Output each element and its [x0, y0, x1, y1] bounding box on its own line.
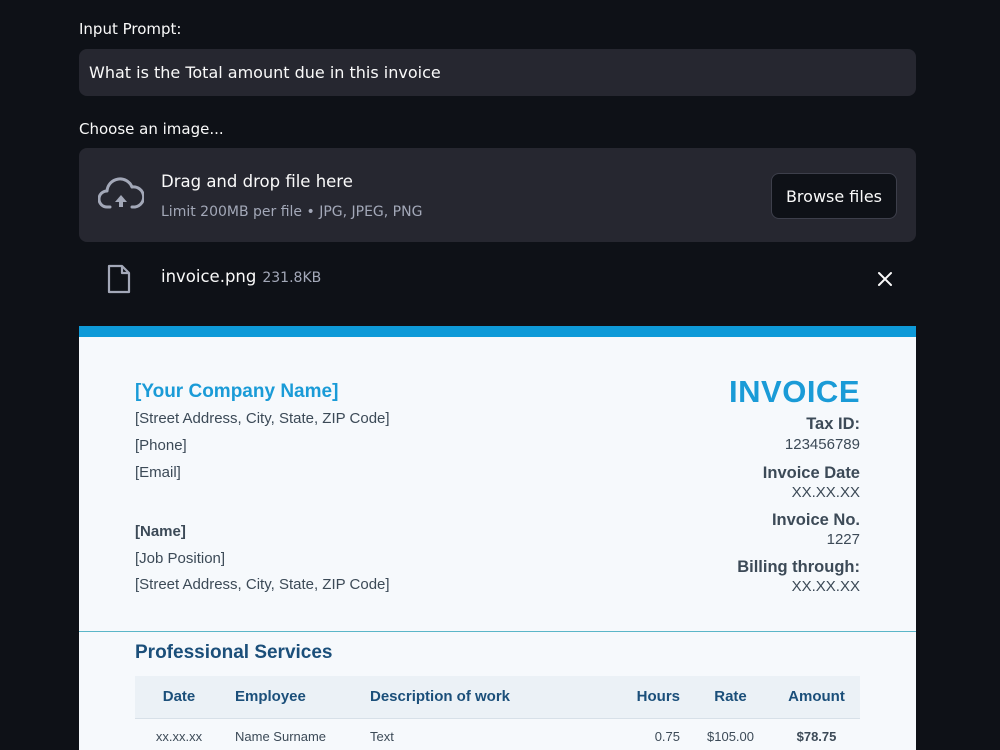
upload-limit-text: Limit 200MB per file • JPG, JPEG, PNG: [161, 204, 423, 220]
cloud-upload-icon: [98, 177, 144, 209]
invoice-image: [Your Company Name] [Street Address, Cit…: [79, 326, 916, 750]
column-header: Date: [162, 688, 196, 706]
column-header: Rate: [714, 688, 747, 706]
column-header: Employee: [235, 688, 306, 706]
cell-hours: 0.75: [588, 717, 688, 750]
cell-amount: $78.75: [773, 717, 860, 750]
file-icon: [107, 264, 131, 294]
company-name: [Your Company Name]: [135, 381, 339, 402]
services-table: Date Employee Description of work Hours …: [135, 676, 860, 750]
browse-files-button[interactable]: Browse files: [770, 173, 897, 219]
cell-date: xx.xx.xx: [135, 717, 223, 750]
table-header-row: Date Employee Description of work Hours …: [135, 676, 860, 718]
cell-description: Text: [358, 717, 588, 750]
company-phone: [Phone]: [135, 437, 187, 454]
tax-id-value: 123456789: [784, 436, 860, 453]
invoice-number-label: Invoice No.: [771, 511, 860, 529]
uploaded-file-row: invoice.png 231.8KB: [79, 256, 916, 302]
billing-through-value: XX.XX.XX: [791, 578, 860, 595]
column-header: Amount: [788, 688, 845, 706]
uploader-label: Choose an image...: [79, 120, 224, 138]
tax-id-label: Tax ID:: [806, 415, 860, 433]
close-icon[interactable]: [874, 268, 896, 290]
invoice-date-label: Invoice Date: [762, 464, 860, 482]
drop-title: Drag and drop file here: [161, 172, 353, 191]
prompt-label: Input Prompt:: [79, 20, 182, 38]
file-size: 231.8KB: [262, 270, 322, 286]
client-job-position: [Job Position]: [135, 550, 226, 567]
file-dropzone[interactable]: Drag and drop file here Limit 200MB per …: [79, 148, 916, 242]
billing-through-label: Billing through:: [737, 558, 860, 576]
client-name: [Name]: [135, 523, 186, 540]
invoice-divider: [79, 631, 916, 632]
invoice-title: INVOICE: [729, 374, 860, 409]
company-email: [Email]: [135, 464, 181, 481]
section-title: Professional Services: [135, 642, 333, 663]
invoice-number-value: 1227: [826, 531, 860, 548]
column-header: Hours: [636, 688, 680, 706]
company-address: [Street Address, City, State, ZIP Code]: [135, 410, 390, 427]
invoice-top-bar: [79, 326, 916, 337]
prompt-input[interactable]: [79, 49, 916, 96]
invoice-date-value: XX.XX.XX: [791, 484, 860, 501]
cell-rate: $105.00: [688, 717, 773, 750]
file-name: invoice.png: [161, 267, 257, 286]
cell-employee: Name Surname: [223, 717, 358, 750]
client-address: [Street Address, City, State, ZIP Code]: [135, 576, 390, 593]
table-row: xx.xx.xx Name Surname Text 0.75 $105.00 …: [135, 717, 860, 750]
column-header: Description of work: [370, 688, 511, 706]
